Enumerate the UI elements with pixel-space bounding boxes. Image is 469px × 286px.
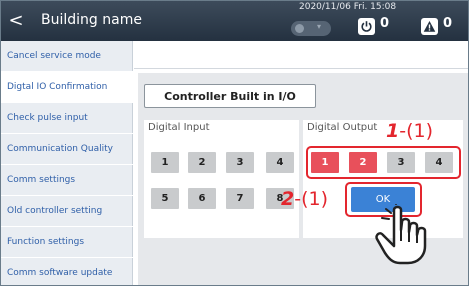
digital-input-4: 4 xyxy=(266,152,294,173)
page-title: Building name xyxy=(41,12,142,28)
callout-step-1: 1-(1) xyxy=(386,120,433,142)
digital-input-title: Digital Input xyxy=(148,122,210,133)
sidebar-item-old-controller-setting[interactable]: Old controller setting xyxy=(1,196,133,227)
digital-input-3: 3 xyxy=(226,152,254,173)
sidebar-item-comm-software-update[interactable]: Comm software update xyxy=(1,258,133,285)
datetime-display: 2020/11/06 Fri. 15:08 xyxy=(299,2,397,12)
digital-input-1: 1 xyxy=(151,152,179,173)
power-count: 0 xyxy=(380,16,390,31)
back-chevron-icon[interactable]: < xyxy=(7,11,25,31)
callout-step-2: 2-(1) xyxy=(281,188,328,210)
callout-frame-outputs xyxy=(306,146,461,179)
callout-step-1-sub: -(1) xyxy=(399,120,434,142)
digital-input-2: 2 xyxy=(188,152,216,173)
sidebar-item-cancel-service-mode[interactable]: Cancel service mode xyxy=(1,41,133,72)
digital-input-5: 5 xyxy=(151,188,179,209)
warning-icon[interactable] xyxy=(421,18,438,35)
digital-input-7: 7 xyxy=(226,188,254,209)
alert-count: 0 xyxy=(443,16,453,31)
digital-output-title: Digital Output xyxy=(307,122,378,133)
sidebar-item-check-pulse-input[interactable]: Check pulse input xyxy=(1,103,133,134)
hand-pointer-icon xyxy=(375,204,427,265)
sidebar-item-digital-io-confirmation[interactable]: Digtal IO Confirmation xyxy=(1,72,133,103)
sidebar-item-function-settings[interactable]: Function settings xyxy=(1,227,133,258)
sidebar-item-communication-quality[interactable]: Communication Quality xyxy=(1,134,133,165)
sidebar-menu: Cancel service mode Digtal IO Confirmati… xyxy=(1,41,133,285)
digital-input-box: Digital Input xyxy=(144,120,299,238)
toggle-icon[interactable]: ▾ xyxy=(291,21,331,36)
toggle-knob xyxy=(295,24,304,33)
divider xyxy=(134,68,468,69)
power-icon[interactable] xyxy=(358,18,375,35)
digital-input-6: 6 xyxy=(188,188,216,209)
callout-step-2-number: 2 xyxy=(281,188,295,210)
controller-built-in-io-tab[interactable]: Controller Built in I/O xyxy=(144,84,316,108)
callout-step-2-sub: -(1) xyxy=(294,188,329,210)
caret-down-icon: ▾ xyxy=(317,22,322,31)
callout-step-1-number: 1 xyxy=(386,120,400,142)
sidebar-item-comm-settings[interactable]: Comm settings xyxy=(1,165,133,196)
app-window: < Building name 2020/11/06 Fri. 15:08 ▾ … xyxy=(0,0,469,286)
top-bar: < Building name 2020/11/06 Fri. 15:08 ▾ … xyxy=(1,1,468,41)
